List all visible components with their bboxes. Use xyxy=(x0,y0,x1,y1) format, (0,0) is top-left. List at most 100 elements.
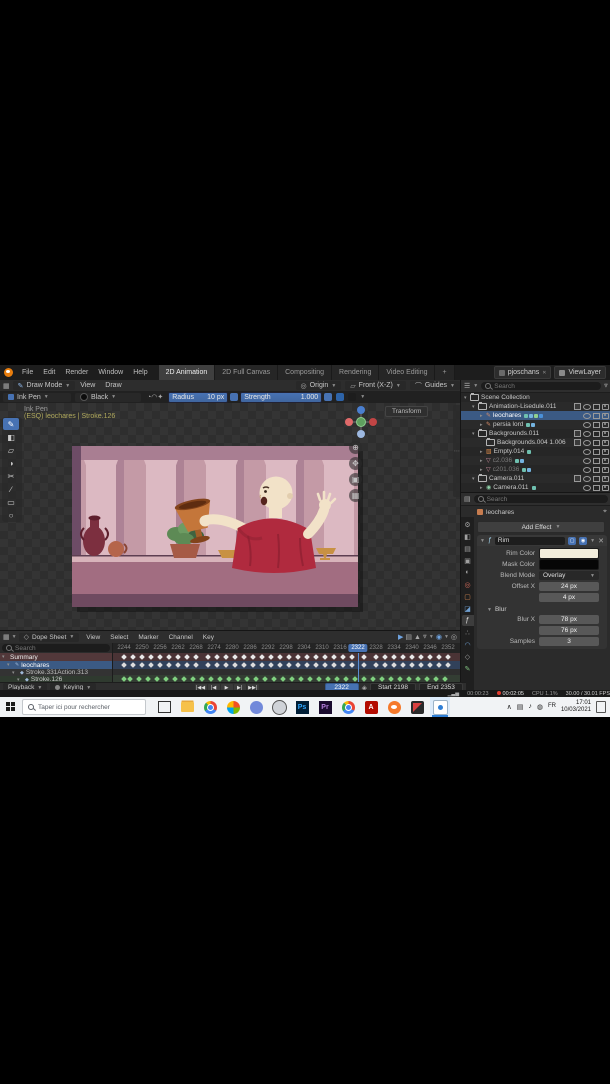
menu-key[interactable]: Key xyxy=(198,634,219,641)
eye-toggle-icon[interactable] xyxy=(583,403,591,410)
keyframe-object[interactable] xyxy=(361,662,367,668)
keyframe-summary[interactable] xyxy=(184,654,190,660)
keyframe-object[interactable] xyxy=(409,662,415,668)
properties-tab-constraints[interactable]: ◇ xyxy=(462,651,474,662)
effect-panel-header[interactable]: ▼ ƒ Rim ▢ ◉ ▼ ✕ xyxy=(477,535,607,546)
axis-z-neg[interactable] xyxy=(357,430,365,438)
keyframe-object[interactable] xyxy=(259,662,265,668)
breadcrumb-object[interactable]: leochares xyxy=(486,509,514,516)
radius-slider[interactable]: Radius 10 px xyxy=(168,391,229,403)
blur-x-field[interactable]: 78 px xyxy=(539,615,599,624)
keyframe-summary[interactable] xyxy=(130,654,136,660)
keyframe-object[interactable] xyxy=(313,662,319,668)
channel-search[interactable]: Search xyxy=(2,644,110,652)
taskbar-app-chrome2[interactable] xyxy=(338,697,358,717)
outliner-row[interactable]: ▸ ▽ c2.036 xyxy=(461,456,610,465)
keyframe-summary[interactable] xyxy=(214,654,220,660)
keyframe-object[interactable] xyxy=(331,662,337,668)
workspace-tab-compositing[interactable]: Compositing xyxy=(278,365,333,380)
keyframe-layer[interactable] xyxy=(397,676,403,682)
screen-toggle-icon[interactable] xyxy=(593,484,600,491)
screen-toggle-icon[interactable] xyxy=(593,421,600,428)
properties-tab-data[interactable]: ✎ xyxy=(462,663,474,674)
keyframe-summary[interactable] xyxy=(205,654,211,660)
samples-field[interactable]: 3 xyxy=(539,637,599,646)
keyframe-summary[interactable] xyxy=(340,654,346,660)
keyframe-object[interactable] xyxy=(184,662,190,668)
keyframe-summary[interactable] xyxy=(322,654,328,660)
keyframe-object[interactable] xyxy=(400,662,406,668)
keyframe-layer[interactable] xyxy=(406,676,412,682)
keyframe-object[interactable] xyxy=(205,662,211,668)
outliner-item-label[interactable]: Animation-Lisedule.011 xyxy=(489,403,556,410)
outliner-row[interactable]: Backgrounds.004 1.006 xyxy=(461,438,610,447)
keyframe-summary[interactable] xyxy=(121,654,127,660)
onion-skin-icon[interactable]: ▤ xyxy=(405,633,412,641)
outliner-row[interactable]: ▾ Scene Collection xyxy=(461,393,610,402)
keyframe-summary[interactable] xyxy=(232,654,238,660)
camera-toggle-icon[interactable] xyxy=(602,457,609,464)
keyframe-summary[interactable] xyxy=(139,654,145,660)
keyframe-object[interactable] xyxy=(121,662,127,668)
drawing-plane-dropdown[interactable]: ▱ Front (X-Z) ▼ xyxy=(345,381,406,390)
tool-draw[interactable]: ✎ xyxy=(3,418,19,430)
keyframe-layer[interactable] xyxy=(181,676,187,682)
playhead[interactable] xyxy=(358,653,359,682)
outliner-item-label[interactable]: Backgrounds.004 1.006 xyxy=(497,439,566,446)
eye-toggle-icon[interactable] xyxy=(583,475,591,482)
camera-toggle-icon[interactable] xyxy=(602,466,609,473)
keyframe-object[interactable] xyxy=(436,662,442,668)
menu-draw[interactable]: Draw xyxy=(100,382,126,389)
taskbar-app-photos[interactable] xyxy=(223,697,243,717)
advanced-toggle[interactable] xyxy=(336,393,345,401)
properties-tab-scene[interactable]: ◐ xyxy=(462,567,474,578)
keyframe-layer[interactable] xyxy=(280,676,286,682)
eye-toggle-icon[interactable] xyxy=(583,412,591,419)
camera-toggle-icon[interactable] xyxy=(602,421,609,428)
eye-toggle-icon[interactable] xyxy=(583,421,591,428)
taskbar-app-discord[interactable] xyxy=(246,697,266,717)
taskbar-app-obs[interactable] xyxy=(269,697,289,717)
viewport-camera-button[interactable]: ▣ xyxy=(349,473,362,486)
channel-action[interactable]: ▾ ◆ Stroke.331Action.313 xyxy=(0,669,112,676)
camera-toggle-icon[interactable] xyxy=(602,430,609,437)
outliner-item-label[interactable]: Camera.011 xyxy=(489,475,524,482)
add-effect-button[interactable]: Add Effect ▼ xyxy=(477,521,605,533)
workspace-tab-video-editing[interactable]: Video Editing xyxy=(379,365,436,380)
keyframe-object[interactable] xyxy=(250,662,256,668)
outliner-item-label[interactable]: persia lord xyxy=(493,421,523,428)
eye-toggle-icon[interactable] xyxy=(583,466,591,473)
keyframe-object[interactable] xyxy=(349,662,355,668)
proportional-icon[interactable]: ◎ xyxy=(451,633,457,641)
keyframe-layer[interactable] xyxy=(145,676,151,682)
keyframe-layer[interactable] xyxy=(442,676,448,682)
expand-icon[interactable]: ▾ xyxy=(2,654,8,660)
keyframe-layer[interactable] xyxy=(298,676,304,682)
filter-icon[interactable]: ⩔ xyxy=(423,633,427,641)
properties-tab-tool[interactable]: ⚙ xyxy=(462,519,474,530)
keyframe-object[interactable] xyxy=(232,662,238,668)
effect-realtime-toggle[interactable]: ▢ xyxy=(568,536,577,545)
keyframe-summary[interactable] xyxy=(223,654,229,660)
menu-marker[interactable]: Marker xyxy=(133,634,163,641)
keyframe-object[interactable] xyxy=(418,662,424,668)
taskbar-app-taskview[interactable] xyxy=(154,697,174,717)
mode-dropdown[interactable]: ✎ Draw Mode ▼ xyxy=(12,381,76,390)
keyframe-layer[interactable] xyxy=(361,676,367,682)
blur-y-field[interactable]: 76 px xyxy=(539,626,599,635)
taskbar-search[interactable]: Taper ici pour rechercher xyxy=(22,699,146,715)
menu-render[interactable]: Render xyxy=(60,369,93,376)
tool-cutter[interactable]: ✂ xyxy=(3,470,19,482)
workspace-tab-2d-full-canvas[interactable]: 2D Full Canvas xyxy=(215,365,279,380)
tool-tint[interactable]: ◑ xyxy=(3,457,19,469)
outliner-row[interactable]: ▾ Camera.011 xyxy=(461,474,610,483)
keyframe-layer[interactable] xyxy=(253,676,259,682)
keyframe-layer[interactable] xyxy=(244,676,250,682)
offset-x-field[interactable]: 24 px xyxy=(539,582,599,591)
keyband-object[interactable] xyxy=(112,661,460,669)
start-button[interactable] xyxy=(6,702,16,712)
playhead-frame-badge[interactable]: 2322 xyxy=(348,644,368,652)
keyframe-summary[interactable] xyxy=(175,654,181,660)
eye-toggle-icon[interactable] xyxy=(583,484,591,491)
brush-dropdown[interactable]: Ink Pen ▼ xyxy=(3,392,71,402)
